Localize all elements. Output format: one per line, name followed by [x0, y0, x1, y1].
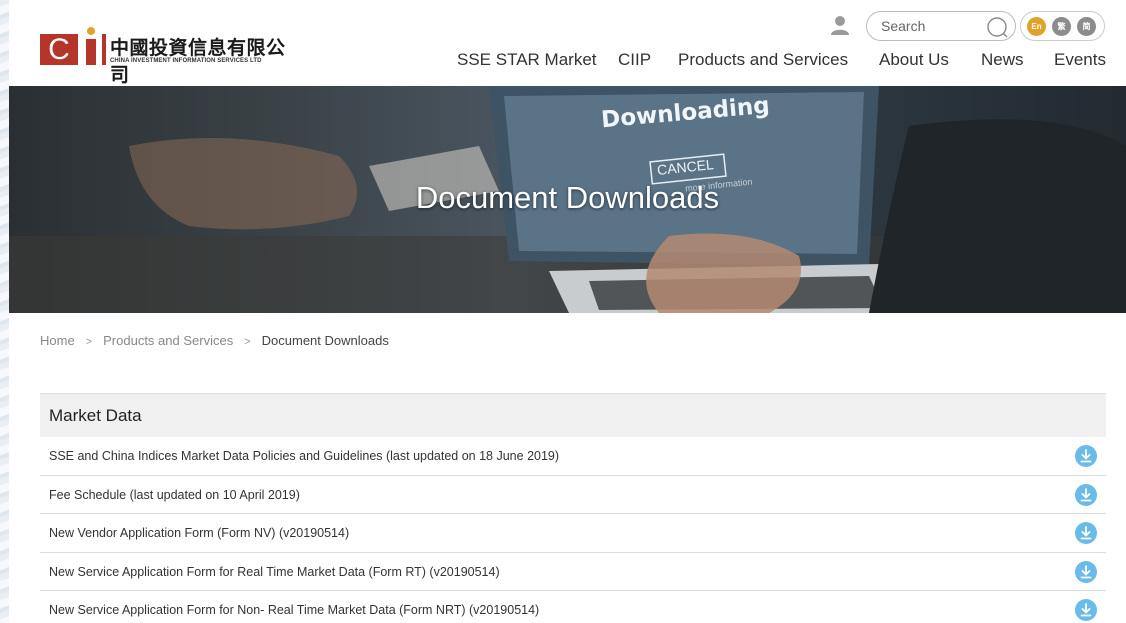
- nav-ciip[interactable]: CIIP: [618, 50, 651, 70]
- download-icon[interactable]: [1075, 522, 1097, 544]
- logo-english-name: CHINA INVESTMENT INFORMATION SERVICES LT…: [110, 58, 262, 64]
- language-switcher: En 繁 简: [1020, 11, 1105, 41]
- document-title[interactable]: New Vendor Application Form (Form NV) (v…: [49, 526, 349, 540]
- document-row[interactable]: Fee Schedule (last updated on 10 April 2…: [40, 476, 1106, 514]
- language-traditional-chinese-button[interactable]: 繁: [1052, 17, 1071, 36]
- breadcrumb-products-and-services[interactable]: Products and Services: [103, 333, 233, 348]
- hero-banner: Downloading CANCEL more information Docu…: [9, 86, 1126, 313]
- search-input[interactable]: [881, 17, 981, 35]
- user-icon[interactable]: [829, 14, 851, 36]
- breadcrumb-home[interactable]: Home: [40, 333, 75, 348]
- document-title[interactable]: New Service Application Form for Non- Re…: [49, 603, 539, 617]
- search-icon[interactable]: [986, 16, 1008, 38]
- nav-about-us[interactable]: About Us: [879, 50, 949, 70]
- nav-sse-star-market[interactable]: SSE STAR Market: [457, 50, 597, 70]
- logo-i-mark: [84, 27, 98, 65]
- download-icon[interactable]: [1075, 599, 1097, 621]
- nav-products-and-services[interactable]: Products and Services: [678, 50, 848, 70]
- market-data-section: Market Data SSE and China Indices Market…: [40, 393, 1106, 623]
- download-icon[interactable]: [1075, 483, 1097, 506]
- search-box: [866, 11, 1016, 41]
- nav-events[interactable]: Events: [1054, 50, 1106, 70]
- breadcrumb-separator: >: [244, 336, 251, 348]
- language-simplified-chinese-button[interactable]: 简: [1077, 17, 1096, 36]
- nav-news[interactable]: News: [981, 50, 1024, 70]
- left-decorative-strip: [0, 0, 9, 623]
- company-logo[interactable]: C 中國投資信息有限公司 CHINA INVESTMENT INFORMATIO…: [40, 27, 300, 86]
- logo-divider: [102, 34, 106, 65]
- document-row[interactable]: New Service Application Form for Non- Re…: [40, 591, 1106, 623]
- document-title[interactable]: SSE and China Indices Market Data Polici…: [49, 449, 559, 463]
- document-title[interactable]: Fee Schedule (last updated on 10 April 2…: [49, 488, 300, 502]
- download-icon[interactable]: [1075, 445, 1097, 467]
- section-title: Market Data: [40, 393, 1106, 437]
- page-title: Document Downloads: [415, 180, 720, 215]
- document-row[interactable]: New Service Application Form for Real Ti…: [40, 553, 1106, 591]
- document-title[interactable]: New Service Application Form for Real Ti…: [49, 565, 500, 579]
- document-row[interactable]: SSE and China Indices Market Data Polici…: [40, 437, 1106, 476]
- breadcrumb-separator: >: [85, 336, 93, 348]
- download-icon[interactable]: [1075, 560, 1097, 583]
- site-header: C 中國投資信息有限公司 CHINA INVESTMENT INFORMATIO…: [9, 0, 1126, 86]
- document-row[interactable]: New Vendor Application Form (Form NV) (v…: [40, 514, 1106, 553]
- breadcrumb: Home > Products and Services > Document Down…: [40, 333, 389, 351]
- logo-c-mark: C: [40, 34, 78, 65]
- breadcrumb-current: Document Downloads: [261, 333, 389, 348]
- language-english-button[interactable]: En: [1027, 17, 1046, 36]
